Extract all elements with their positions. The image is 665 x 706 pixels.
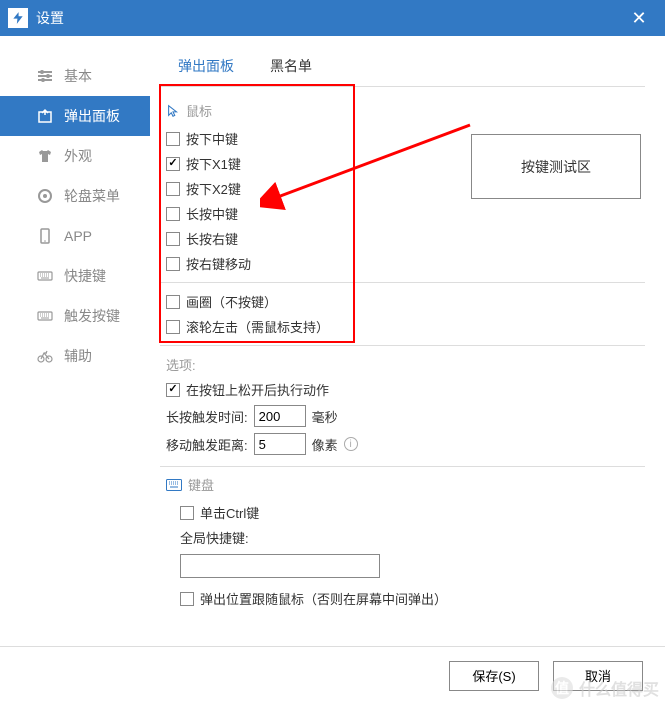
checkbox[interactable] [166,157,180,171]
checkbox[interactable] [166,383,180,397]
sliders-icon [36,67,54,85]
move-row: 移动触发距离: 像素 i [160,430,645,458]
sidebar: 基本 弹出面板 外观 轮盘菜单 APP 快捷键 触发按键 辅助 [0,36,150,646]
chk-ctrl[interactable]: 单击Ctrl键 [160,500,645,525]
keyboard-icon [166,479,182,491]
chk-release-action[interactable]: 在按钮上松开后执行动作 [160,377,645,402]
sidebar-item-popup[interactable]: 弹出面板 [0,96,150,136]
info-icon[interactable]: i [344,437,358,451]
hotkey-label: 全局快捷键: [160,525,645,550]
key-test-area[interactable]: 按键测试区 [471,134,641,199]
app-icon [8,8,28,28]
hotkey-input[interactable] [180,554,380,578]
save-button[interactable]: 保存(S) [449,661,539,691]
tab-popup[interactable]: 弹出面板 [160,48,252,86]
sidebar-item-shortcut[interactable]: 快捷键 [0,256,150,296]
cursor-icon [166,104,180,118]
checkbox[interactable] [166,182,180,196]
popup-icon [36,107,54,125]
sidebar-item-wheel[interactable]: 轮盘菜单 [0,176,150,216]
disc-icon [36,187,54,205]
bike-icon [36,347,54,365]
tab-blacklist[interactable]: 黑名单 [252,48,330,86]
keyboard-title: 键盘 [188,475,214,494]
keyboard-icon [36,307,54,325]
chk-right-hold[interactable]: 长按右键 [160,226,645,251]
checkbox[interactable] [166,232,180,246]
sidebar-item-appearance[interactable]: 外观 [0,136,150,176]
sidebar-label: 快捷键 [64,266,106,286]
sidebar-label: 辅助 [64,346,92,366]
move-input[interactable] [254,433,306,455]
chk-wheel-left[interactable]: 滚轮左击（需鼠标支持） [160,314,645,339]
main-panel: 弹出面板 黑名单 鼠标 按下中键 按下X1键 按下X2键 长按中键 长按右键 按… [150,36,665,646]
chk-circle[interactable]: 画圈（不按键） [160,289,645,314]
sidebar-label: 弹出面板 [64,106,120,126]
checkbox[interactable] [166,295,180,309]
sidebar-label: 触发按键 [64,306,120,326]
close-button[interactable]: ✕ [621,0,657,36]
longpress-row: 长按触发时间: 毫秒 [160,402,645,430]
mouse-section-header: 鼠标 [160,97,645,126]
chk-right-move[interactable]: 按右键移动 [160,251,645,276]
sidebar-item-basic[interactable]: 基本 [0,56,150,96]
checkbox[interactable] [180,592,194,606]
longpress-input[interactable] [254,405,306,427]
sidebar-label: 基本 [64,66,92,86]
mouse-title: 鼠标 [186,101,212,120]
checkbox[interactable] [166,320,180,334]
sidebar-item-assist[interactable]: 辅助 [0,336,150,376]
sidebar-item-trigger[interactable]: 触发按键 [0,296,150,336]
keyboard-section-header: 键盘 [160,466,645,500]
sidebar-label: APP [64,228,92,244]
footer: 保存(S) 取消 [0,646,665,704]
titlebar: 设置 ✕ [0,0,665,36]
checkbox[interactable] [166,207,180,221]
options-title: 选项: [160,352,645,377]
chk-follow-mouse[interactable]: 弹出位置跟随鼠标（否则在屏幕中间弹出） [160,586,645,611]
sidebar-label: 外观 [64,146,92,166]
sidebar-label: 轮盘菜单 [64,186,120,206]
keyboard-icon [36,267,54,285]
chk-middle-hold[interactable]: 长按中键 [160,201,645,226]
tabs: 弹出面板 黑名单 [160,48,645,87]
checkbox[interactable] [166,257,180,271]
sidebar-item-app[interactable]: APP [0,216,150,256]
checkbox[interactable] [166,132,180,146]
cancel-button[interactable]: 取消 [553,661,643,691]
phone-icon [36,227,54,245]
window-title: 设置 [36,8,64,28]
shirt-icon [36,147,54,165]
checkbox[interactable] [180,506,194,520]
